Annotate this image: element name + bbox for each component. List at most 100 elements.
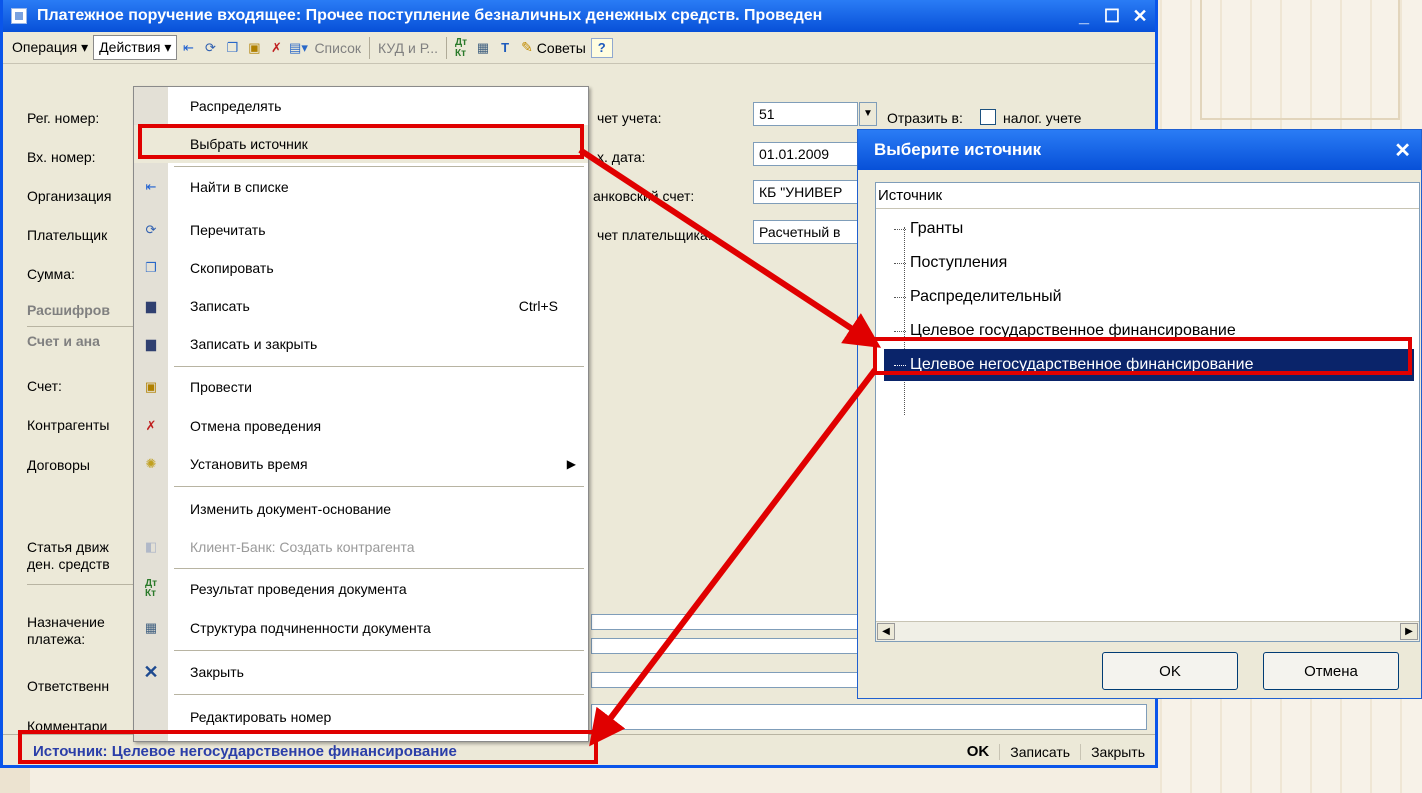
highlight-selected-source [873,337,1412,375]
operation-menu-button[interactable]: Операция ▾ [7,36,93,59]
tree-item-label: Распределительный [910,288,1062,305]
tips-icon: ✎ [521,39,533,55]
menu-item-label: Клиент-Банк: Создать контрагента [190,539,415,555]
dialog-ok-button[interactable]: OK [1102,652,1238,690]
maximize-button[interactable]: ☐ [1099,6,1125,27]
scroll-left-icon[interactable]: ◀ [877,623,895,640]
menu-item-label: Структура подчиненности документа [190,620,431,636]
account-accounting-field[interactable]: 51 [753,102,858,126]
dialog-titlebar[interactable]: Выберите источник ✕ [858,130,1421,170]
structure-icon[interactable]: ▦ [472,38,494,58]
tax-accounting-label: налог. учете [1003,110,1082,126]
dialog-cancel-button[interactable]: Отмена [1263,652,1399,690]
menu-item-label: Результат проведения документа [190,581,407,597]
post-icon[interactable]: ▣ [243,38,265,58]
menu-item-post[interactable]: ▣ Провести [134,368,588,406]
decode-section-title[interactable]: Расшифров [27,302,110,318]
menu-item-subordination-structure[interactable]: ▦ Структура подчиненности документа [134,609,588,647]
menu-item-label: Редактировать номер [190,709,332,725]
menu-item-save-and-close[interactable]: ▆ Записать и закрыть [134,325,588,363]
tree-item-grants[interactable]: Гранты [894,213,963,245]
source-tree: Источник Гранты Поступления Распределите… [875,182,1420,642]
help-icon[interactable]: ? [590,37,613,58]
client-bank-icon: ◧ [144,539,158,554]
menu-item-change-basis[interactable]: Изменить документ-основание [134,490,588,528]
reg-number-label: Рег. номер: [27,110,100,126]
payer-label: Плательщик [27,227,108,243]
menu-item-label: Установить время [190,456,308,472]
menu-item-label: Записать [190,298,250,314]
menu-item-reread[interactable]: ⟳ Перечитать [134,211,588,249]
copy-icon[interactable]: ❐ [221,38,243,58]
unpost-icon: ✗ [145,418,157,433]
bank-account-field[interactable]: КБ "УНИВЕР [753,180,858,204]
menu-item-label: Записать и закрыть [190,336,318,352]
menu-item-close[interactable]: ✕ Закрыть [134,653,588,691]
payer-account-field[interactable]: Расчетный в [753,220,858,244]
purpose-label-2: платежа: [27,631,86,647]
menu-item-find-in-list[interactable]: ⇤ Найти в списке [134,168,588,206]
payer-account-label: чет плательщика: [597,227,712,243]
account-accounting-label: чет учета: [597,110,662,126]
find-in-list-icon: ⇤ [145,179,157,194]
menu-item-posting-result[interactable]: Дт Кт Результат проведения документа [134,570,588,608]
menu-item-distribute[interactable]: Распределять [134,87,588,125]
menu-item-label: Изменить документ-основание [190,501,392,517]
clock-icon: ✺ [145,456,157,471]
save-button[interactable]: Записать [999,743,1080,760]
in-date-field[interactable]: 01.01.2009 [753,142,858,166]
menu-item-set-time[interactable]: ✺ Установить время ▶ [134,445,588,483]
tree-item-distributive[interactable]: Распределительный [894,281,1062,313]
highlight-select-source [138,124,584,159]
find-in-list-icon[interactable]: ⇤ [177,38,199,58]
close-window-button[interactable]: Закрыть [1080,743,1155,760]
toolbar-separator [369,36,371,59]
close-button[interactable]: ✕ [1127,6,1153,27]
tax-accounting-checkbox[interactable] [980,109,996,125]
horizontal-scrollbar[interactable]: ◀ ▶ [876,621,1419,641]
menu-separator [174,366,584,367]
tree-item-receipts[interactable]: Поступления [894,247,1007,279]
window-titlebar[interactable]: Платежное поручение входящее: Прочее пос… [3,0,1155,32]
minimize-button[interactable]: _ [1071,6,1097,27]
reread-icon[interactable]: ⟳ [199,38,221,58]
list-button[interactable]: Список [309,37,366,59]
menu-item-label: Закрыть [190,664,244,680]
tips-button[interactable]: ✎ Советы [516,36,591,59]
post-icon: ▣ [144,379,158,394]
menu-separator [174,166,584,167]
tree-column-header[interactable]: Источник [876,183,1419,209]
reflect-label: Отразить в: [887,110,963,126]
dt-kt-icon[interactable]: Дт Кт [450,37,472,59]
kud-button[interactable]: КУД и Р... [373,37,443,59]
section-divider [27,584,135,585]
menu-separator [174,694,584,695]
menu-item-save[interactable]: ▆ Записать Ctrl+S [134,287,588,325]
actions-dropdown-menu: Распределять Выбрать источник ⇤ Найти в … [133,86,589,742]
contracts-label: Договоры [27,457,90,473]
comment-field[interactable] [591,704,1147,730]
menu-separator [174,568,584,569]
tips-label: Советы [536,39,586,56]
account-section-title[interactable]: Счет и ана [27,333,100,349]
menu-item-unpost[interactable]: ✗ Отмена проведения [134,407,588,445]
scroll-right-icon[interactable]: ▶ [1400,623,1418,640]
menu-item-shortcut: Ctrl+S [518,298,558,314]
ok-button[interactable]: OK [957,743,1000,760]
account-dropdown-button[interactable]: ▼ [859,102,877,126]
tree-connector [894,330,906,332]
cashflow-label-2: ден. средств [27,556,110,572]
unpost-icon[interactable]: ✗ [265,38,287,58]
tree-item-label: Гранты [910,220,964,237]
tree-connector [894,296,906,298]
bank-account-label: анковский счет: [593,188,695,204]
tt-icon[interactable]: T [494,38,516,58]
in-number-label: Вх. номер: [27,149,96,165]
actions-menu-button[interactable]: Действия ▾ [93,35,178,60]
toolbar-separator [446,36,448,59]
menu-separator [174,486,584,487]
create-based-icon[interactable]: ▤▾ [287,38,309,58]
menu-item-label: Перечитать [190,222,266,238]
dialog-close-button[interactable]: ✕ [1394,138,1421,163]
menu-item-copy[interactable]: ❐ Скопировать [134,249,588,287]
